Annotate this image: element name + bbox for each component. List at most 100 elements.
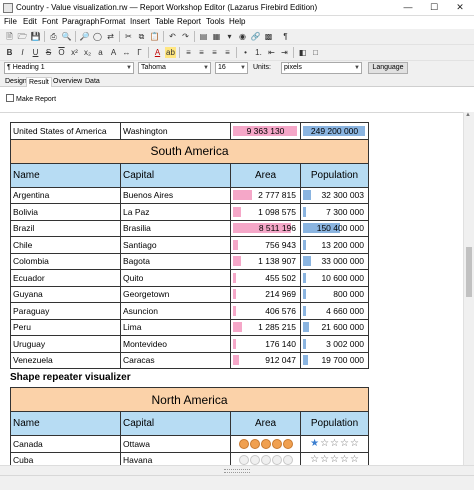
country-capital: La Paz: [120, 203, 231, 221]
menu-report[interactable]: Report: [177, 17, 201, 26]
menu-tools[interactable]: Tools: [206, 17, 225, 26]
star-icon: ☆: [330, 437, 339, 449]
close-icon[interactable]: ✕: [447, 0, 473, 15]
language-button[interactable]: Language: [368, 62, 408, 74]
circle-shape-icon: [271, 455, 282, 465]
country-capital: Montevideo: [120, 335, 231, 353]
maximize-icon[interactable]: ☐: [421, 0, 447, 15]
font-value: Tahoma: [141, 64, 166, 71]
area-bar: [233, 355, 239, 366]
document-view[interactable]: United States of America Washington 9 36…: [0, 112, 463, 465]
pilcrow-icon[interactable]: ¶: [280, 31, 291, 42]
align-right-icon[interactable]: ≡: [209, 47, 220, 58]
menu-help[interactable]: Help: [229, 17, 245, 26]
menu-format[interactable]: Format: [100, 17, 125, 26]
underline-icon[interactable]: U: [30, 47, 41, 58]
insert-picture-icon[interactable]: ▤: [198, 31, 209, 42]
star-icon: ☆: [340, 437, 349, 449]
new-icon[interactable]: 🗎: [4, 31, 15, 42]
copy-icon[interactable]: ⧉: [136, 31, 147, 42]
window-title: Country - Value visualization.rw — Repor…: [16, 3, 318, 12]
hyperlink-icon[interactable]: 🔗: [250, 31, 261, 42]
overline-icon[interactable]: O: [56, 47, 67, 58]
splitter[interactable]: [0, 465, 474, 475]
minimize-icon[interactable]: —: [395, 0, 421, 15]
units-dropdown[interactable]: pixels ▼: [281, 62, 362, 74]
grow-font-icon[interactable]: A: [108, 47, 119, 58]
menu-insert[interactable]: Insert: [130, 17, 150, 26]
highlight-icon[interactable]: ab: [165, 47, 176, 58]
borders-icon[interactable]: □: [310, 47, 321, 58]
bullets-icon[interactable]: •: [240, 47, 251, 58]
align-left-icon[interactable]: ≡: [183, 47, 194, 58]
tab-result[interactable]: Result: [26, 77, 52, 87]
redo-icon[interactable]: ↷: [180, 31, 191, 42]
chevron-down-icon: ▼: [354, 65, 360, 71]
numbering-icon[interactable]: 1.: [253, 47, 264, 58]
tab-design[interactable]: Design: [3, 77, 29, 87]
open-icon[interactable]: 🗁: [17, 31, 28, 42]
print-icon[interactable]: ⎙: [48, 31, 59, 42]
population-bar: [303, 272, 306, 283]
table-row: Chile Santiago 756 943 13 200 000: [10, 236, 369, 254]
find-icon[interactable]: 🔎: [79, 31, 90, 42]
area-value: 756 943: [265, 239, 296, 250]
spacing-icon[interactable]: ↔: [121, 47, 132, 58]
font-color-icon[interactable]: A: [152, 47, 163, 58]
italic-icon[interactable]: I: [17, 47, 28, 58]
indent-icon[interactable]: ⇥: [279, 47, 290, 58]
menu-edit[interactable]: Edit: [23, 17, 37, 26]
chevron-down-icon: ▼: [240, 65, 246, 71]
tab-overview[interactable]: Overview: [51, 77, 84, 87]
bold-icon[interactable]: B: [4, 47, 15, 58]
tab-data[interactable]: Data: [83, 77, 102, 87]
subscript-icon[interactable]: x₂: [82, 47, 93, 58]
strikethrough-icon[interactable]: S: [43, 47, 54, 58]
format-toolbar: B I U S O x² x₂ a A ↔ Γ A ab ≡ ≡ ≡ ≡ • 1…: [0, 45, 474, 61]
report-icon[interactable]: ▩: [263, 31, 274, 42]
insert-object-icon[interactable]: ▾: [224, 31, 235, 42]
save-icon[interactable]: 💾: [30, 31, 41, 42]
align-center-icon[interactable]: ≡: [196, 47, 207, 58]
region-heading: South America: [10, 138, 369, 164]
scroll-thumb[interactable]: [466, 247, 472, 297]
superscript-icon[interactable]: x²: [69, 47, 80, 58]
print-preview-icon[interactable]: 🔍: [61, 31, 72, 42]
area-shape-repeater: [233, 438, 298, 450]
splitter-grip-icon[interactable]: [224, 469, 250, 473]
vertical-scrollbar[interactable]: ▲: [463, 112, 474, 465]
population-bar: [303, 355, 308, 366]
outdent-icon[interactable]: ⇤: [266, 47, 277, 58]
scroll-up-icon[interactable]: ▲: [465, 112, 471, 118]
column-header-name: Name: [10, 162, 121, 188]
globe-icon[interactable]: ◉: [237, 31, 248, 42]
make-report-button[interactable]: Make Report: [6, 94, 56, 103]
replace-icon[interactable]: ⇄: [105, 31, 116, 42]
paste-icon[interactable]: 📋: [149, 31, 160, 42]
country-name: Peru: [10, 318, 121, 336]
table-row: Guyana Georgetown 214 969 800 000: [10, 285, 369, 303]
shrink-font-icon[interactable]: a: [95, 47, 106, 58]
shading-icon[interactable]: ◧: [297, 47, 308, 58]
style-dropdown[interactable]: ¶ Heading 1 ▼: [4, 62, 134, 74]
menu-table[interactable]: Table: [155, 17, 174, 26]
size-dropdown[interactable]: 16 ▼: [215, 62, 248, 74]
star-icon: ☆: [310, 454, 320, 465]
table-row: Peru Lima 1 285 215 21 600 000: [10, 318, 369, 336]
area-shape-repeater: [233, 454, 298, 465]
font-icon[interactable]: Γ: [134, 47, 145, 58]
style-value: Heading 1: [12, 64, 45, 71]
binoculars-icon[interactable]: ◯: [92, 31, 103, 42]
population-value: 249 200 000: [310, 125, 359, 136]
cut-icon[interactable]: ✂: [123, 31, 134, 42]
menu-font[interactable]: Font: [42, 17, 58, 26]
area-value: 1 138 907: [258, 256, 296, 267]
insert-table-icon[interactable]: ▦: [211, 31, 222, 42]
population-bar: [303, 256, 311, 267]
undo-icon[interactable]: ↶: [167, 31, 178, 42]
menu-paragraph[interactable]: Paragraph: [62, 17, 99, 26]
align-justify-icon[interactable]: ≡: [222, 47, 233, 58]
font-dropdown[interactable]: Tahoma ▼: [138, 62, 211, 74]
country-capital: Buenos Aires: [120, 186, 231, 204]
menu-file[interactable]: File: [4, 17, 17, 26]
